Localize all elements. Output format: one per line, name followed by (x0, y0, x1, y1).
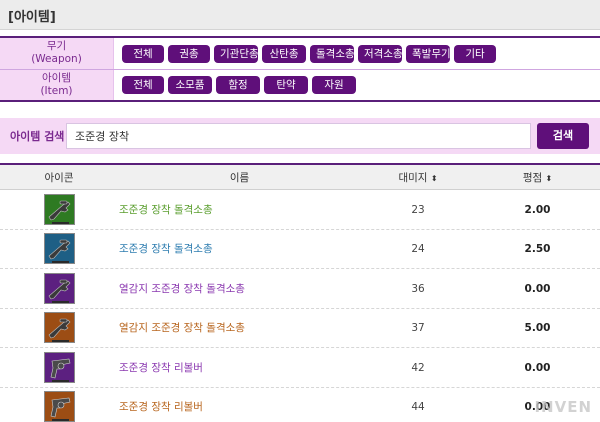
weapon-shotgun-button[interactable]: 산탄총 (262, 44, 306, 63)
table-row[interactable]: 조준경 장착 돌격소총 23 2.00 (0, 190, 600, 230)
weapon-assault-rifle-button[interactable]: 돌격소총 (310, 44, 355, 63)
item-trap-button[interactable]: 함정 (216, 76, 260, 94)
item-all-button[interactable]: 전체 (122, 76, 164, 94)
weapon-smg-button[interactable]: 기관단총 (214, 44, 259, 63)
item-rating: 2.50 (524, 243, 551, 256)
filter-row-weapon: 무기 (Weapon) 전체 권총 기관단총 산탄총 돌격소총 저격소총 폭발무… (0, 38, 600, 69)
filter-label-item-en: (Item) (40, 85, 73, 97)
table-body: 조준경 장착 돌격소총 23 2.00 조준경 장착 돌격소총 24 2.50 열감지 조준… (0, 190, 600, 422)
item-damage: 23 (411, 203, 425, 216)
table-row[interactable]: 조준경 장착 돌격소총 24 2.50 (0, 230, 600, 269)
table-row[interactable]: 조준경 장착 리볼버 42 0.00 (0, 348, 600, 388)
filter-row-item: 아이템 (Item) 전체 소모품 함정 탄약 자원 (0, 69, 600, 100)
icon-cell (0, 351, 118, 383)
table-row[interactable]: 열감지 조준경 장착 돌격소총 37 5.00 (0, 309, 600, 348)
sort-icon: ⬍ (430, 173, 438, 183)
title-bar: [아이템] (0, 0, 600, 30)
header-icon: 아이콘 (44, 171, 74, 184)
header-damage-label: 대미지 (398, 171, 428, 184)
item-damage: 42 (411, 361, 425, 374)
item-rating: 2.00 (524, 203, 551, 216)
filter-label-weapon: 무기 (Weapon) (0, 38, 114, 69)
item-rating: 0.00 (524, 361, 551, 374)
table-row[interactable]: 조준경 장착 리볼버 44 0.00 (0, 388, 600, 422)
item-name-link[interactable]: 열감지 조준경 장착 돌격소총 (118, 322, 245, 334)
item-consumable-button[interactable]: 소모품 (168, 76, 212, 94)
item-table: 아이콘 이름 대미지 ⬍ 평점 ⬍ 조준경 장착 돌격소총 23 2.00 조준경 장… (0, 163, 600, 422)
rifle-icon[interactable] (43, 312, 75, 344)
icon-cell (0, 272, 118, 304)
table-header: 아이콘 이름 대미지 ⬍ 평점 ⬍ (0, 163, 600, 190)
weapon-sniper-rifle-button[interactable]: 저격소총 (358, 44, 403, 63)
search-label: 아이템 검색 (10, 130, 65, 143)
filter-label-item: 아이템 (Item) (0, 70, 114, 100)
item-name-link[interactable]: 조준경 장착 리볼버 (118, 401, 203, 413)
item-rating: 5.00 (524, 322, 551, 335)
header-rating[interactable]: 평점 ⬍ (475, 170, 600, 185)
revolver-icon[interactable] (43, 351, 75, 383)
weapon-button-group: 전체 권총 기관단총 산탄총 돌격소총 저격소총 폭발무기 기타 (114, 38, 600, 69)
weapon-other-button[interactable]: 기타 (454, 44, 496, 63)
filter-label-weapon-ko: 무기 (46, 40, 67, 52)
rifle-icon[interactable] (43, 233, 75, 265)
item-name-link[interactable]: 조준경 장착 돌격소총 (118, 204, 213, 216)
item-name-link[interactable]: 조준경 장착 돌격소총 (118, 243, 213, 255)
category-filter: 무기 (Weapon) 전체 권총 기관단총 산탄총 돌격소총 저격소총 폭발무… (0, 36, 600, 102)
icon-cell (0, 391, 118, 422)
table-row[interactable]: 열감지 조준경 장착 돌격소총 36 0.00 (0, 269, 600, 309)
inven-watermark: INVEN (534, 398, 592, 416)
item-name-link[interactable]: 조준경 장착 리볼버 (118, 362, 203, 374)
item-rating: 0.00 (524, 282, 551, 295)
icon-cell (0, 312, 118, 344)
item-button-group: 전체 소모품 함정 탄약 자원 (114, 70, 600, 100)
icon-cell (0, 233, 118, 265)
header-rating-label: 평점 (522, 171, 543, 184)
filter-label-weapon-en: (Weapon) (31, 53, 82, 65)
item-ammo-button[interactable]: 탄약 (264, 76, 308, 94)
item-damage: 44 (411, 401, 425, 414)
weapon-pistol-button[interactable]: 권총 (168, 44, 210, 63)
search-input[interactable] (66, 123, 531, 149)
header-damage[interactable]: 대미지 ⬍ (361, 170, 475, 185)
page-title: [아이템] (8, 10, 56, 25)
header-name: 이름 (229, 171, 250, 184)
search-button[interactable]: 검색 (537, 123, 589, 149)
filter-label-item-ko: 아이템 (42, 72, 71, 84)
sort-icon: ⬍ (545, 173, 553, 183)
item-search-bar: 아이템 검색 검색 (0, 118, 600, 154)
weapon-explosive-button[interactable]: 폭발무기 (406, 44, 451, 63)
rifle-icon[interactable] (43, 272, 75, 304)
rifle-icon[interactable] (43, 193, 75, 225)
item-damage: 37 (411, 322, 425, 335)
item-damage: 24 (411, 243, 425, 256)
revolver-icon[interactable] (43, 391, 75, 422)
weapon-all-button[interactable]: 전체 (122, 44, 164, 63)
item-resource-button[interactable]: 자원 (312, 76, 356, 94)
item-name-link[interactable]: 열감지 조준경 장착 돌격소총 (118, 283, 245, 295)
item-damage: 36 (411, 282, 425, 295)
icon-cell (0, 193, 118, 225)
